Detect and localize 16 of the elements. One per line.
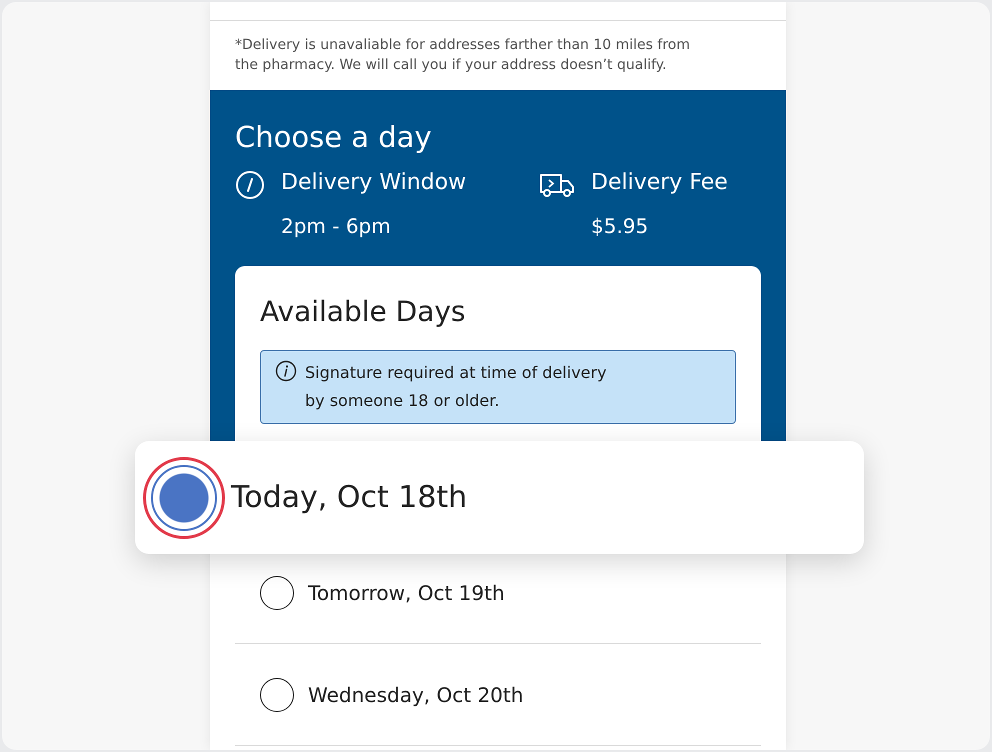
card-title: Available Days <box>259 294 467 330</box>
truck-icon <box>539 172 575 198</box>
detail-value: $5.95 <box>591 213 650 240</box>
clock-icon <box>235 170 265 200</box>
day-option[interactable]: Tomorrow, Oct 19th <box>235 556 761 629</box>
day-option[interactable]: Wednesday, Oct 20th <box>235 658 761 731</box>
day-option[interactable]: Today, Oct 18th <box>135 441 864 554</box>
detail-label: Delivery Window <box>281 169 466 197</box>
detail-label: Delivery Fee <box>591 169 728 197</box>
section-title: Choose a day <box>235 120 433 154</box>
radio-button[interactable] <box>143 456 225 538</box>
detail-value: 2pm - 6pm <box>281 213 392 240</box>
info-text: Signature required at time of delivery by someone 18 or older. <box>305 362 608 412</box>
radio-button[interactable] <box>260 576 294 610</box>
radio-button[interactable] <box>260 678 294 712</box>
info-icon <box>275 360 297 382</box>
